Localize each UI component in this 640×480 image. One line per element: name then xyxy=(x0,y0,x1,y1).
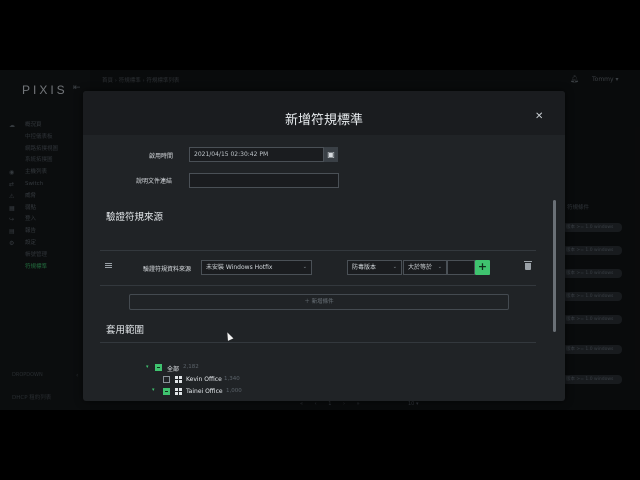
add-condition-button[interactable]: ＋ 新增條件 xyxy=(129,294,509,310)
chevron-down-icon[interactable]: ▾ xyxy=(152,387,155,393)
windows-icon xyxy=(175,388,182,395)
source-label: 驗證符規資料來源 xyxy=(143,266,192,273)
divider xyxy=(100,250,536,251)
create-compliance-modal: 新增符規標準 ✕ xyxy=(83,91,565,401)
add-value-button[interactable]: + xyxy=(475,260,490,275)
condition-value-input[interactable] xyxy=(447,260,475,275)
divider xyxy=(100,285,536,286)
modal-header: 新增符規標準 ✕ xyxy=(83,91,565,135)
tree-label-all: 全部 xyxy=(167,366,180,373)
tree-count: 1,340 xyxy=(224,376,240,382)
calendar-icon[interactable]: ▣ xyxy=(324,147,338,162)
modal-title: 新增符規標準 xyxy=(284,113,363,128)
section-title-source: 驗證符規來源 xyxy=(106,212,164,223)
enable-time-input[interactable]: 2021/04/15 02:30:42 PM xyxy=(189,147,324,162)
chevron-down-icon: ⌄ xyxy=(302,264,307,270)
source-select[interactable]: 未安裝 Windows Hotfix ⌄ xyxy=(201,260,312,275)
tree-count: 1,000 xyxy=(226,388,242,394)
enable-time-label: 啟用時間 xyxy=(149,153,174,160)
divider xyxy=(100,342,536,343)
chevron-down-icon: ⌄ xyxy=(437,264,442,270)
operator-select[interactable]: 大於等於 ⌄ xyxy=(403,260,447,275)
section-title-scope: 套用範圍 xyxy=(106,325,145,336)
windows-icon xyxy=(175,376,182,383)
checkbox-kevin-office[interactable] xyxy=(163,376,170,383)
trash-icon[interactable] xyxy=(524,261,532,270)
operator-select-value: 大於等於 xyxy=(408,264,433,271)
tree-label-tainei-office: Tainei Office xyxy=(186,388,223,395)
field-select-value: 防毒版本 xyxy=(352,264,377,271)
source-select-value: 未安裝 Windows Hotfix xyxy=(206,264,273,271)
tree-count: 2,182 xyxy=(183,364,199,370)
doc-link-label: 說明文件連結 xyxy=(136,178,173,185)
checkbox-all[interactable] xyxy=(155,364,162,371)
close-icon[interactable]: ✕ xyxy=(535,111,543,122)
chevron-down-icon: ⌄ xyxy=(392,264,397,270)
tree-label-kevin-office: Kevin Office xyxy=(186,376,222,383)
doc-link-input[interactable] xyxy=(189,173,339,188)
modal-scrollbar[interactable] xyxy=(553,200,556,332)
tree-overflow-clip: ▾ Tainei Office 1,000 xyxy=(0,386,640,401)
drag-handle-icon[interactable] xyxy=(105,263,112,268)
field-select[interactable]: 防毒版本 ⌄ xyxy=(347,260,402,275)
checkbox-tainei-office[interactable] xyxy=(163,388,170,395)
chevron-down-icon[interactable]: ▾ xyxy=(146,364,149,370)
